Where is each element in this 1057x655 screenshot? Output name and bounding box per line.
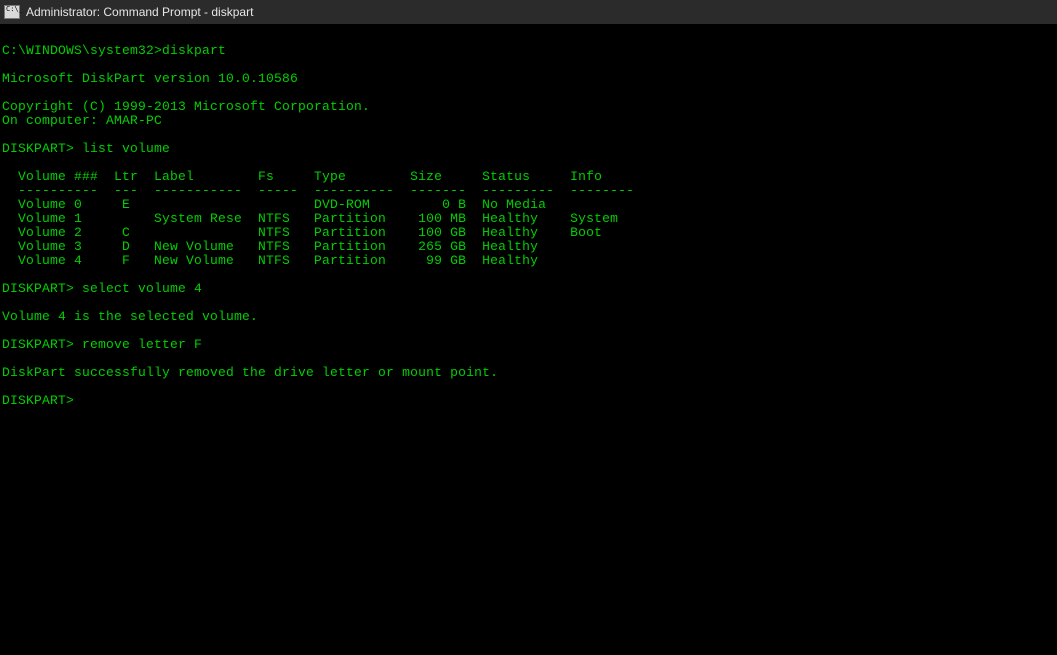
terminal-output[interactable]: C:\WINDOWS\system32>diskpart Microsoft D… [0, 24, 1057, 408]
cmd-icon [4, 5, 20, 19]
window-title: Administrator: Command Prompt - diskpart [26, 5, 253, 19]
window-titlebar[interactable]: Administrator: Command Prompt - diskpart [0, 0, 1057, 24]
